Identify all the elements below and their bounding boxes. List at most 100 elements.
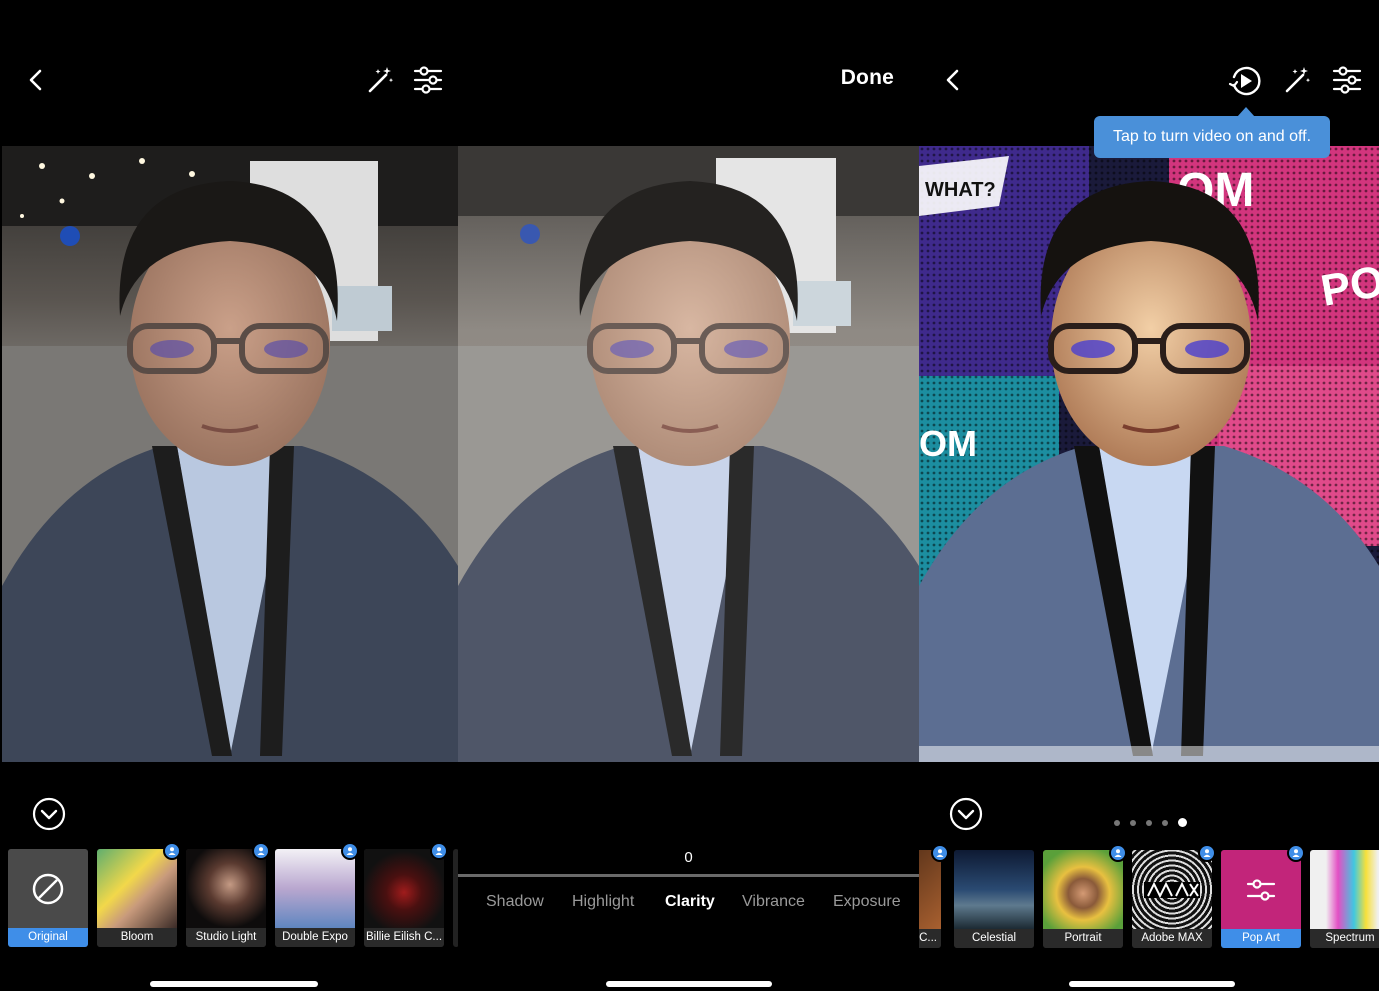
person-icon: [936, 849, 944, 857]
chevron-down-circle-icon: [949, 797, 983, 831]
back-button[interactable]: [16, 60, 56, 100]
editor-panel-filters: Original Bloom Studio Light Double Expo …: [2, 0, 458, 991]
page-dot[interactable]: [1130, 820, 1136, 826]
filter-thumb: [1221, 850, 1301, 929]
filter-thumb: [1310, 850, 1379, 929]
premium-badge: [1198, 844, 1216, 862]
popart-word: PO: [1317, 257, 1379, 316]
filter-strip: Original Bloom Studio Light Double Expo …: [2, 842, 458, 949]
premium-badge: [1109, 844, 1127, 862]
filter-label: Adobe MAX: [1132, 929, 1212, 948]
premium-badge: [163, 842, 181, 860]
premium-badge: [931, 844, 949, 862]
home-indicator: [606, 981, 772, 987]
magic-wand-button[interactable]: [1277, 60, 1317, 100]
home-indicator: [150, 981, 318, 987]
filter-tile-portrait[interactable]: Portrait: [1043, 850, 1123, 948]
play-circle-icon: [1228, 66, 1261, 96]
chevron-down-circle-icon: [32, 797, 66, 831]
collapse-button[interactable]: [32, 797, 66, 831]
back-button[interactable]: [933, 60, 973, 100]
filter-thumb: [364, 849, 444, 928]
editor-panel-adjustments: Done 0 Shadow Highlight Clarity Vibrance…: [458, 0, 919, 991]
filter-label: C...: [919, 929, 941, 948]
filter-tile-double-expo[interactable]: Double Expo: [275, 849, 355, 947]
photo-preview: [458, 146, 919, 762]
filter-strip: C... Celestial Portrait Adobe MAX Pop Ar…: [919, 844, 1379, 950]
filter-label: Portrait: [1043, 929, 1123, 948]
person-icon: [257, 847, 265, 855]
filter-thumb: [8, 849, 88, 928]
tab-clarity[interactable]: Clarity: [665, 893, 715, 911]
popart-word: OM: [919, 423, 977, 464]
none-circle-slash-icon: [32, 873, 64, 904]
page-dot[interactable]: [1146, 820, 1152, 826]
page-dot[interactable]: [1162, 820, 1168, 826]
sliders-icon: [1246, 878, 1276, 901]
sliders-icon: [1332, 66, 1362, 94]
premium-badge: [430, 842, 448, 860]
filter-tile-bloom[interactable]: Bloom: [97, 849, 177, 947]
filter-label: Celestial: [954, 929, 1034, 948]
sliders-icon: [413, 66, 443, 94]
magic-wand-icon: [1285, 67, 1311, 93]
tab-exposure[interactable]: Exposure: [833, 893, 901, 911]
tab-shadow[interactable]: Shadow: [486, 893, 544, 911]
page-dot[interactable]: [1114, 820, 1120, 826]
person-icon: [435, 847, 443, 855]
filter-label: Studio Light: [186, 928, 266, 947]
adobe-max-logo: [1144, 881, 1200, 898]
chevron-left-icon: [29, 69, 42, 91]
person-icon: [1292, 849, 1300, 857]
filter-tile-original[interactable]: Original: [8, 849, 88, 947]
filter-thumb: [1132, 850, 1212, 929]
adjustment-slider[interactable]: [458, 874, 919, 877]
filter-thumb: [97, 849, 177, 928]
premium-badge: [252, 842, 270, 860]
pop-art-photo: WHAT? OM PO OM: [919, 146, 1379, 762]
filter-tile-spectrum[interactable]: Spectrum: [1310, 850, 1379, 948]
video-toggle-button[interactable]: [1225, 61, 1265, 101]
magic-wand-button[interactable]: [360, 60, 400, 100]
filter-label: Original: [8, 928, 88, 947]
page-dot-active[interactable]: [1178, 818, 1187, 827]
adjustment-tabs: Shadow Highlight Clarity Vibrance Exposu…: [458, 893, 919, 915]
tab-vibrance[interactable]: Vibrance: [742, 893, 805, 911]
slider-value: 0: [684, 849, 693, 866]
filter-label: Double Expo: [275, 928, 355, 947]
filter-label: Pop Art: [1221, 929, 1301, 948]
chevron-left-icon: [946, 69, 959, 91]
adjustments-button[interactable]: [408, 60, 448, 100]
filter-label: Bloom: [97, 928, 177, 947]
premium-badge: [341, 842, 359, 860]
filter-label: Spectrum: [1310, 929, 1379, 948]
filter-tile-celestial[interactable]: Celestial: [954, 850, 1034, 948]
editor-panel-pop-art: Tap to turn video on and off. WHAT? OM P…: [919, 0, 1379, 991]
filter-label: Billie Eilish C...: [364, 928, 444, 947]
filter-thumb: [186, 849, 266, 928]
portrait-photo: [458, 146, 919, 762]
person-icon: [346, 847, 354, 855]
premium-badge: [1287, 844, 1305, 862]
home-indicator: [1069, 981, 1235, 987]
done-button[interactable]: Done: [841, 66, 894, 90]
filter-tile-billie-eilish[interactable]: Billie Eilish C...: [364, 849, 444, 947]
filter-tile-adobe-max[interactable]: Adobe MAX: [1132, 850, 1212, 948]
portrait-photo: [2, 146, 458, 762]
photo-preview: WHAT? OM PO OM: [919, 146, 1379, 762]
page-dots: [1114, 818, 1187, 828]
adjustments-button[interactable]: [1327, 60, 1367, 100]
video-tooltip: Tap to turn video on and off.: [1094, 116, 1330, 158]
person-icon: [168, 847, 176, 855]
person-icon: [1203, 849, 1211, 857]
popart-word: WHAT?: [925, 179, 996, 201]
filter-tile-partial[interactable]: C...: [919, 850, 941, 948]
collapse-button[interactable]: [949, 797, 983, 831]
photo-preview: [2, 146, 458, 762]
filter-tile-pop-art[interactable]: Pop Art: [1221, 850, 1301, 948]
tab-highlight[interactable]: Highlight: [572, 893, 634, 911]
filter-tile-studio-light[interactable]: Studio Light: [186, 849, 266, 947]
filter-thumb: [275, 849, 355, 928]
person-icon: [1114, 849, 1122, 857]
filter-thumb: [1043, 850, 1123, 929]
